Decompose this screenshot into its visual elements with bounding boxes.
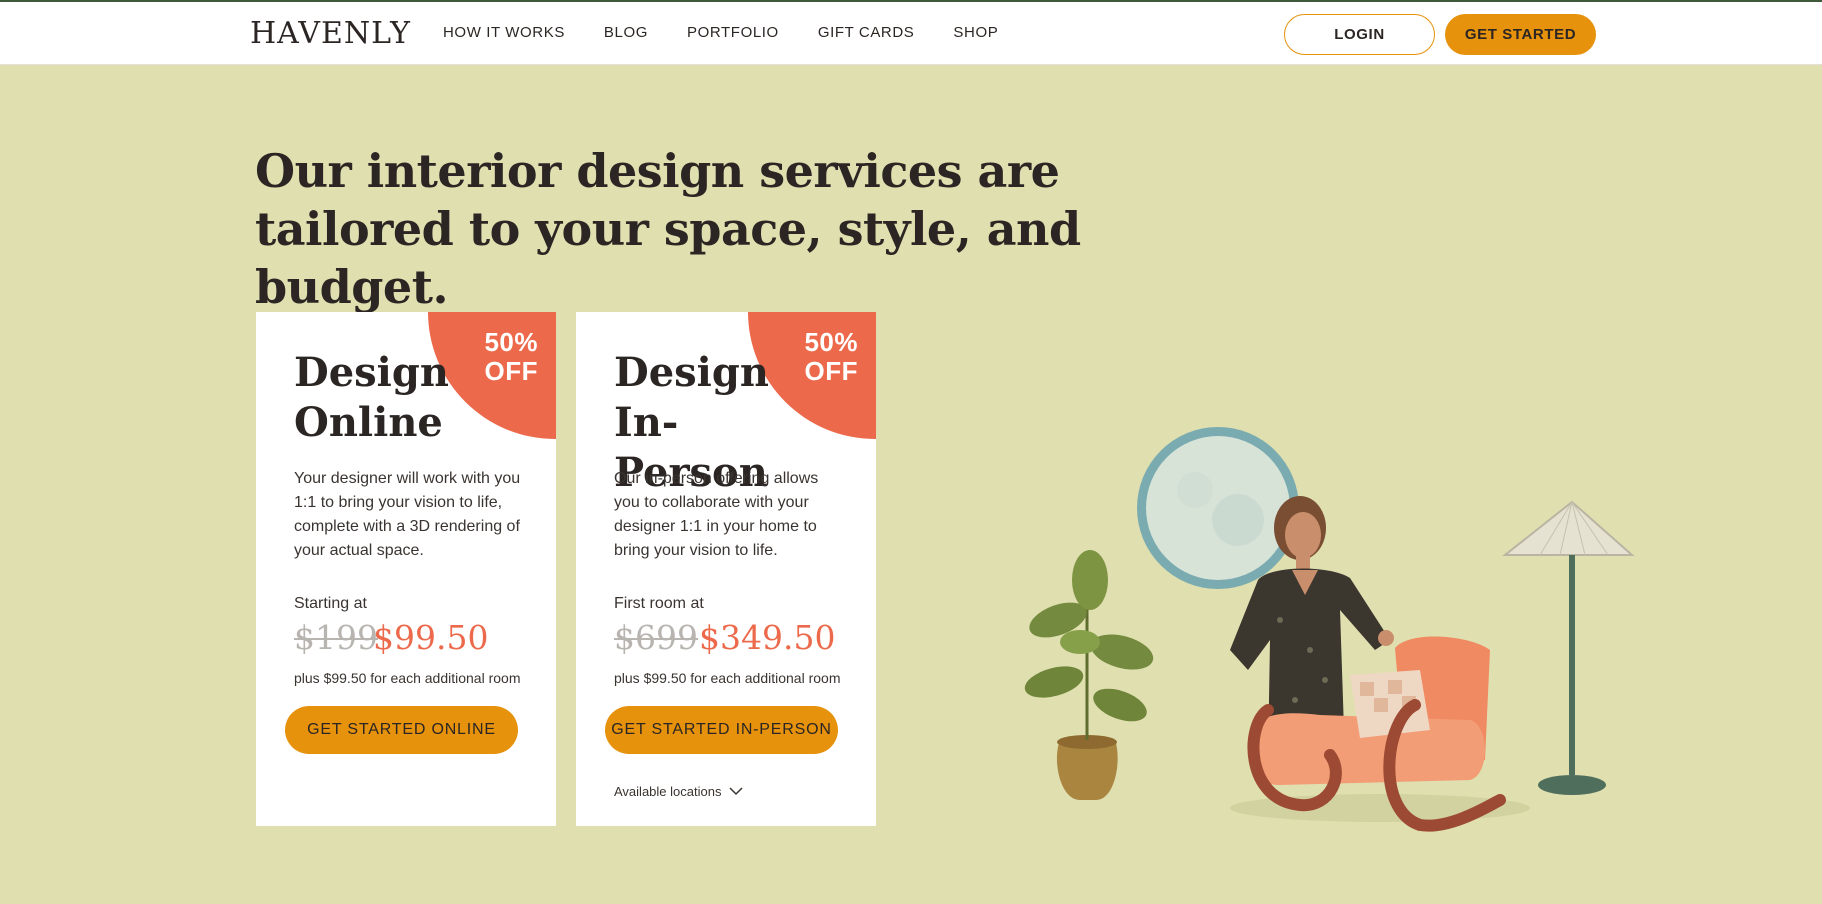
site-header: HAVENLY HOW IT WORKS BLOG PORTFOLIO GIFT…: [0, 2, 1822, 65]
card-title: Design Online: [294, 348, 464, 448]
get-started-button[interactable]: GET STARTED: [1445, 14, 1596, 55]
nav-shop[interactable]: SHOP: [953, 24, 998, 41]
nav-portfolio[interactable]: PORTFOLIO: [687, 24, 779, 41]
badge-percent: 50%: [804, 327, 858, 357]
havenly-logo[interactable]: HAVENLY: [250, 16, 411, 51]
card-title-line2: Online: [294, 399, 443, 446]
badge-percent: 50%: [484, 327, 538, 357]
card-description: Our in-person offering allows you to col…: [614, 470, 819, 559]
main-nav: HOW IT WORKS BLOG PORTFOLIO GIFT CARDS S…: [443, 24, 1037, 41]
available-locations-label: Available locations: [614, 784, 722, 799]
old-price: $199: [294, 618, 378, 657]
living-room-illustration: [1024, 427, 1635, 832]
design-online-card: 50% OFF Design Online Your designer will …: [256, 312, 556, 826]
old-price: $699: [614, 618, 698, 657]
get-started-in-person-button[interactable]: GET STARTED IN-PERSON: [605, 706, 838, 754]
card-description: Your designer will work with you 1:1 to …: [294, 470, 521, 559]
nav-blog[interactable]: BLOG: [604, 24, 648, 41]
get-started-online-button[interactable]: GET STARTED ONLINE: [285, 706, 518, 754]
new-price: $349.50: [699, 618, 836, 657]
available-locations-link[interactable]: Available locations: [614, 784, 743, 799]
round-mirror-icon: [1137, 427, 1299, 589]
nav-how-it-works[interactable]: HOW IT WORKS: [443, 24, 565, 41]
additional-room-price: plus $99.50 for each additional room: [614, 670, 841, 686]
price-label: Starting at: [294, 595, 367, 612]
chevron-down-icon: [729, 787, 743, 796]
design-in-person-card: 50% OFF Design In-Person Our in-person of…: [576, 312, 876, 826]
new-price: $99.50: [373, 618, 489, 657]
login-button[interactable]: LOGIN: [1284, 14, 1435, 55]
badge-off: OFF: [484, 356, 538, 386]
floor-lamp-icon: [1502, 500, 1635, 795]
hero-headline: Our interior design services are tailore…: [255, 144, 1081, 314]
card-title-line1: Design: [614, 349, 769, 396]
potted-plant-icon: [1024, 550, 1154, 800]
price-label: First room at: [614, 595, 704, 612]
additional-room-price: plus $99.50 for each additional room: [294, 670, 521, 686]
card-title-line1: Design: [294, 349, 449, 396]
nav-gift-cards[interactable]: GIFT CARDS: [818, 24, 915, 41]
badge-off: OFF: [804, 356, 858, 386]
